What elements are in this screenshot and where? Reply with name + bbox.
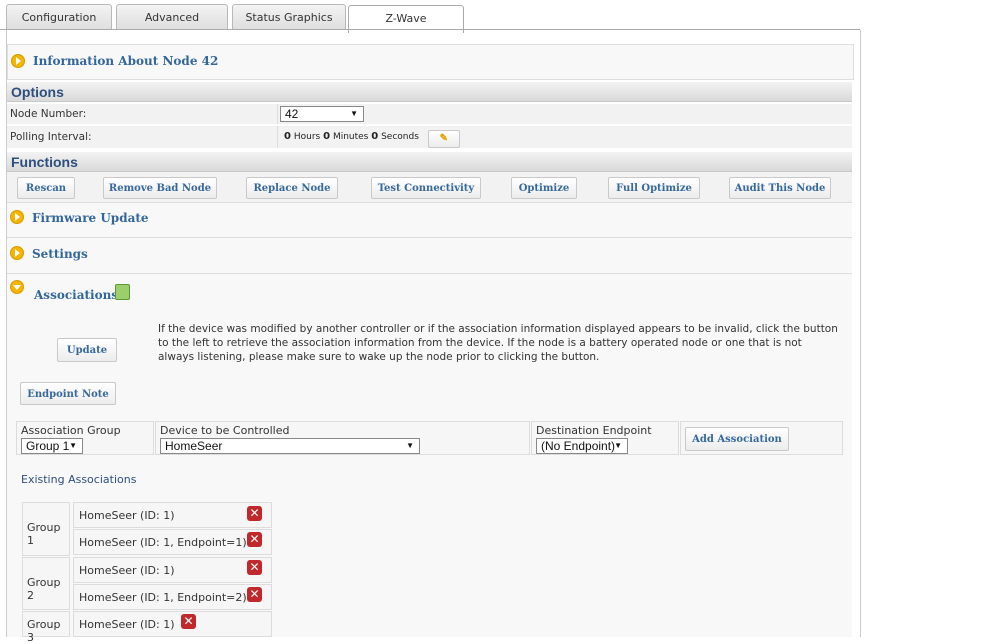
node-number-cell: 42 ▼	[277, 104, 844, 124]
endpoint-select[interactable]: (No Endpoint) ▼	[536, 438, 628, 454]
options-header: Options	[7, 82, 852, 102]
group-2-cell: Group 2	[22, 557, 70, 610]
association-entry: HomeSeer (ID: 1)	[73, 611, 272, 637]
update-button[interactable]: Update	[57, 338, 117, 362]
node-number-label: Node Number:	[10, 108, 87, 120]
settings-title: Settings	[32, 247, 88, 261]
polling-row: Polling Interval: 0 Hours 0 Minutes 0 Se…	[7, 126, 852, 149]
seconds-label: Seconds	[381, 132, 419, 142]
node-number-select[interactable]: 42 ▼	[280, 106, 364, 122]
entry-label: HomeSeer (ID: 1, Endpoint=1)	[79, 536, 247, 549]
group-select[interactable]: Group 1 ▼	[21, 438, 83, 454]
chevron-down-icon: ▼	[350, 109, 358, 118]
add-cell: Add Association	[680, 421, 843, 455]
group-3-cell: Group 3	[22, 611, 70, 644]
device-select[interactable]: HomeSeer ▼	[160, 438, 420, 454]
add-association-button[interactable]: Add Association	[685, 427, 789, 451]
entry-label: HomeSeer (ID: 1, Endpoint=2)	[79, 591, 247, 604]
device-cell: Device to be Controlled HomeSeer ▼	[155, 421, 530, 455]
firmware-section[interactable]: Firmware Update	[7, 203, 852, 238]
polling-cell: 0 Hours 0 Minutes 0 Seconds ✎	[277, 126, 844, 148]
edit-pencil-icon[interactable]: ✎	[427, 130, 460, 148]
remove-bad-node-button[interactable]: Remove Bad Node	[103, 177, 217, 199]
firmware-title: Firmware Update	[32, 211, 149, 225]
group-value: Group 1	[26, 439, 70, 453]
association-entry: HomeSeer (ID: 1)	[73, 502, 272, 528]
delete-icon[interactable]: ✕	[247, 532, 262, 547]
endpoint-note-button[interactable]: Endpoint Note	[20, 382, 116, 405]
test-connectivity-button[interactable]: Test Connectivity	[371, 177, 481, 199]
functions-bar: Rescan Remove Bad Node Replace Node Test…	[7, 172, 852, 203]
existing-associations-title: Existing Associations	[21, 473, 137, 486]
associations-section: Associations Update If the device was mo…	[7, 274, 852, 644]
replace-node-button[interactable]: Replace Node	[246, 177, 338, 199]
entry-label: HomeSeer (ID: 1)	[79, 509, 175, 522]
expand-icon	[10, 246, 24, 260]
info-section[interactable]: Information About Node 42	[7, 44, 854, 80]
group-label: Group 2	[27, 576, 61, 602]
chevron-down-icon: ▼	[69, 441, 77, 450]
group-label: Group 3	[27, 618, 61, 644]
rescan-button[interactable]: Rescan	[17, 177, 75, 199]
audit-node-button[interactable]: Audit This Node	[729, 177, 831, 199]
hours-label: Hours	[293, 132, 321, 142]
device-label: Device to be Controlled	[160, 424, 290, 437]
functions-header: Functions	[7, 152, 852, 172]
full-optimize-button[interactable]: Full Optimize	[608, 177, 700, 199]
chevron-down-icon: ▼	[406, 441, 414, 450]
tab-bar: Configuration Advanced Status Graphics Z…	[0, 0, 860, 33]
endpoint-cell: Destination Endpoint (No Endpoint) ▼	[531, 421, 679, 455]
tab-configuration[interactable]: Configuration	[6, 4, 112, 30]
collapse-icon[interactable]	[10, 280, 24, 294]
tab-advanced[interactable]: Advanced	[116, 4, 228, 30]
device-value: HomeSeer	[165, 439, 223, 453]
minutes-label: Minutes	[332, 132, 369, 142]
expand-icon	[10, 210, 24, 224]
endpoint-value: (No Endpoint)	[541, 439, 616, 453]
group-1-cell: Group 1	[22, 502, 70, 556]
chevron-down-icon: ▼	[614, 441, 622, 450]
optimize-button[interactable]: Optimize	[511, 177, 577, 199]
add-association-icon[interactable]	[115, 284, 130, 300]
delete-icon[interactable]: ✕	[247, 506, 262, 521]
group-cell: Association Group Group 1 ▼	[16, 421, 154, 455]
delete-icon[interactable]: ✕	[181, 614, 196, 629]
delete-icon[interactable]: ✕	[247, 560, 262, 575]
entry-label: HomeSeer (ID: 1)	[79, 564, 175, 577]
tab-status-graphics[interactable]: Status Graphics	[232, 4, 346, 30]
info-title: Information About Node 42	[33, 54, 219, 68]
entry-label: HomeSeer (ID: 1)	[79, 618, 175, 631]
association-description: If the device was modified by another co…	[158, 323, 838, 363]
association-group-label: Association Group	[21, 424, 121, 437]
group-label: Group 1	[27, 521, 61, 547]
node-number-value: 42	[285, 107, 299, 121]
endpoint-label: Destination Endpoint	[536, 424, 652, 437]
association-entry: HomeSeer (ID: 1, Endpoint=1)	[73, 529, 272, 555]
association-entry: HomeSeer (ID: 1)	[73, 557, 272, 583]
polling-minutes: 0	[323, 131, 331, 142]
polling-hours: 0	[284, 131, 291, 142]
polling-label: Polling Interval:	[10, 131, 92, 143]
associations-title: Associations	[34, 288, 119, 302]
expand-icon	[11, 54, 25, 68]
settings-section[interactable]: Settings	[7, 238, 852, 274]
association-entry: HomeSeer (ID: 1, Endpoint=2)	[73, 584, 272, 610]
delete-icon[interactable]: ✕	[247, 587, 262, 602]
node-number-row: Node Number: 42 ▼	[7, 104, 852, 125]
polling-seconds: 0	[371, 131, 379, 142]
